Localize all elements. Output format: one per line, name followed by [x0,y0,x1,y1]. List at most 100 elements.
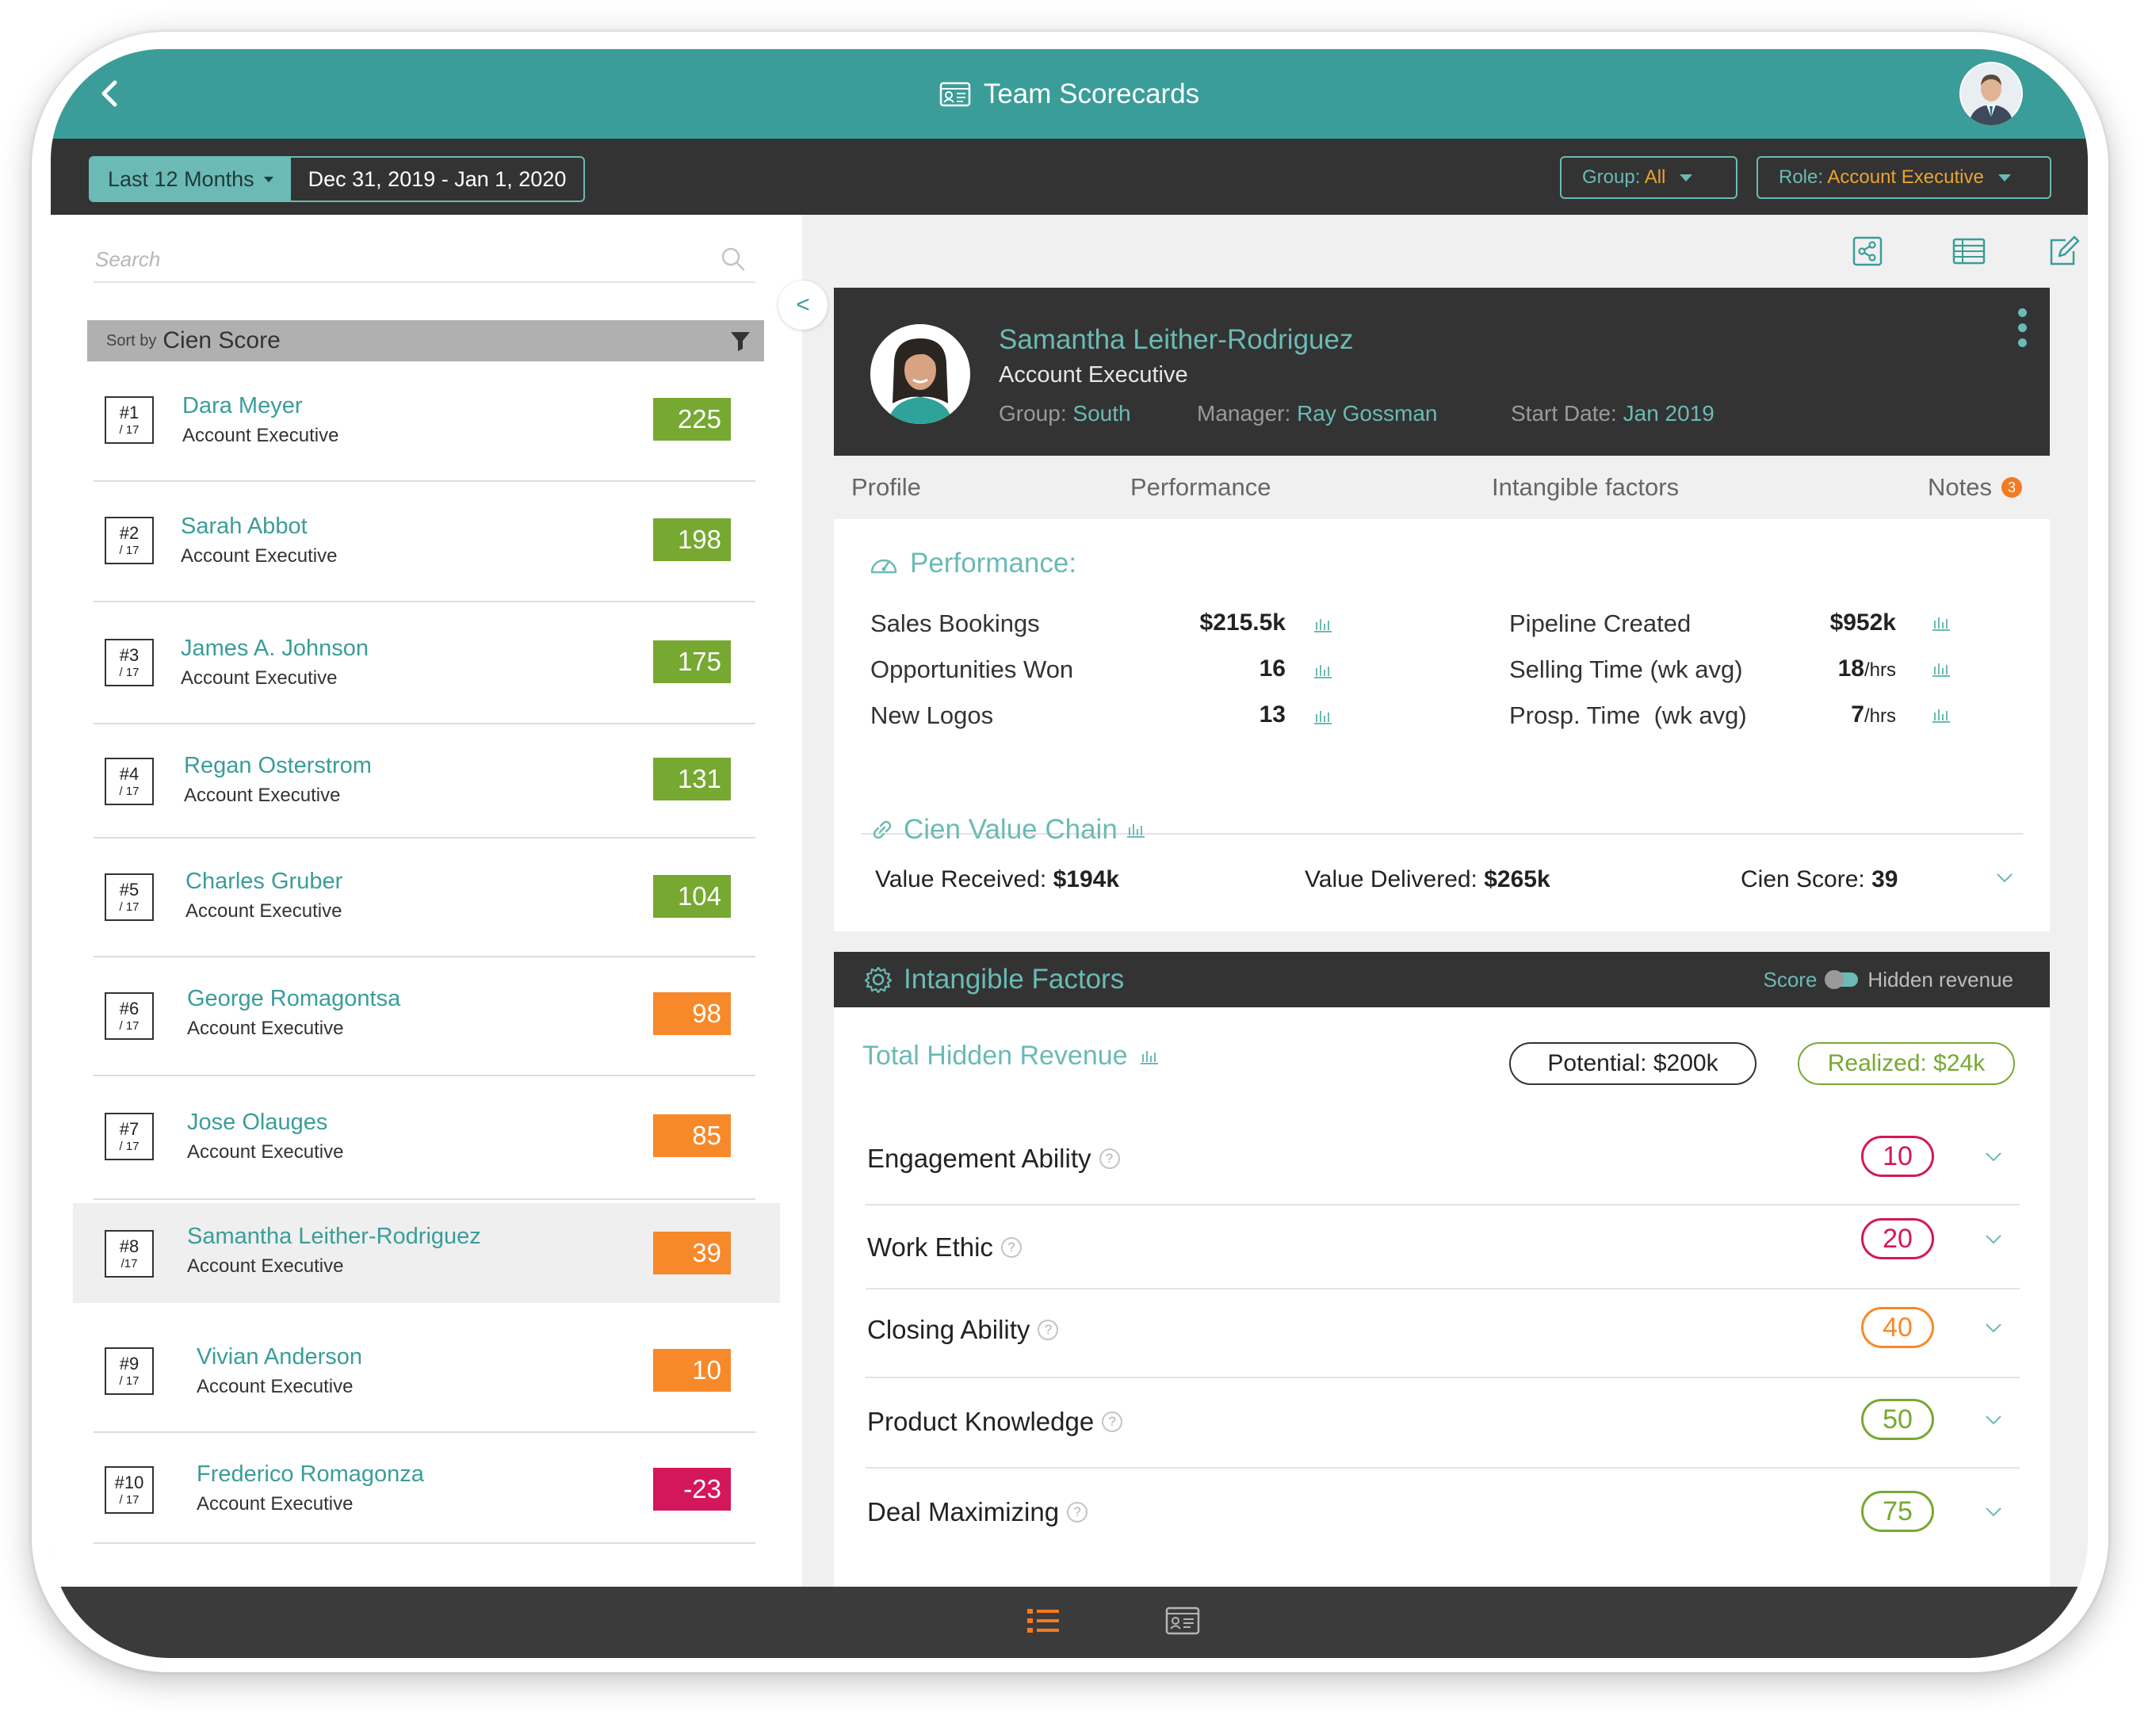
value-unit: /hrs [1864,705,1896,727]
gear-icon [864,966,893,994]
group-label: Group: [1582,166,1641,188]
rep-row[interactable]: #3/ 17 James A. Johnson Account Executiv… [51,602,802,724]
group-label: Group: [999,401,1067,426]
table-icon[interactable] [1951,234,1986,269]
rep-name[interactable]: Charles Gruber [185,869,342,895]
rep-name[interactable]: Dara Meyer [182,393,303,419]
profile-group: Group: South [999,401,1131,426]
bar-chart-icon[interactable] [1931,660,1951,678]
rep-row[interactable]: #5/ 17 Charles Gruber Account Executive … [51,839,802,957]
tab-performance[interactable]: Performance [1130,456,1271,519]
tab-bar: Profile Performance Intangible factors N… [834,456,2050,519]
chevron-down-icon[interactable] [1985,1323,2002,1334]
date-range[interactable]: Dec 31, 2019 - Jan 1, 2020 [291,158,584,201]
search-input[interactable] [94,239,699,280]
rank-total: / 17 [119,1140,140,1153]
intangible-factors-title: Intangible Factors [864,952,1124,1007]
help-icon[interactable]: ? [1102,1412,1123,1432]
rep-row[interactable]: #6/ 17 George Romagontsa Account Executi… [51,957,802,1076]
rep-name[interactable]: Jose Olauges [187,1110,327,1136]
tab-notes[interactable]: Notes 3 [1928,456,2022,519]
group-value: South [1072,401,1131,426]
id-card-icon [939,82,971,106]
collapse-panel-button[interactable]: < [778,281,828,330]
filter-icon[interactable] [729,330,751,352]
chevron-down-icon[interactable] [1985,1415,2002,1426]
caret-down-icon [263,176,273,182]
bar-chart-icon[interactable] [1313,616,1333,633]
notes-label: Notes [1928,473,1992,501]
section-title: Performance: [910,548,1077,579]
share-icon[interactable] [1850,234,1885,269]
bar-chart-icon[interactable] [1313,662,1333,679]
rep-row-selected[interactable]: #8/17 Samantha Leither-Rodriguez Account… [73,1203,780,1303]
score-badge: 39 [653,1232,731,1274]
rep-role: Account Executive [187,1141,344,1163]
rep-name[interactable]: Vivian Anderson [197,1344,362,1370]
intangible-factors-header: Intangible Factors Score Hidden revenue [834,952,2050,1007]
value-received-amount: $194k [1053,866,1120,892]
help-icon[interactable]: ? [1099,1148,1120,1169]
bar-chart-icon[interactable] [1139,1048,1160,1065]
divider [866,1288,2020,1289]
bar-chart-icon[interactable] [1931,706,1951,724]
rep-row[interactable]: #10/ 17 Frederico Romagonza Account Exec… [51,1433,802,1544]
help-icon[interactable]: ? [1038,1320,1059,1340]
chevron-down-icon[interactable] [1985,1234,2002,1245]
bar-chart-icon[interactable] [1931,614,1951,632]
rep-name[interactable]: Samantha Leither-Rodriguez [187,1224,481,1250]
row-divider [94,1198,755,1200]
tab-intangible-factors[interactable]: Intangible factors [1492,456,1679,519]
rank-total: / 17 [119,666,140,679]
period-dropdown[interactable]: Last 12 Months [90,158,291,201]
more-options-icon[interactable] [2016,308,2028,353]
rep-row[interactable]: #2/ 17 Sarah Abbot Account Executive 198 [51,482,802,602]
id-card-icon[interactable] [1164,1603,1202,1639]
rep-name[interactable]: Sarah Abbot [181,514,308,540]
rep-name[interactable]: Regan Osterstrom [184,753,372,779]
bar-chart-icon[interactable] [1126,821,1146,839]
rank-number: #5 [119,880,140,900]
rank-total: / 17 [119,1493,140,1507]
rep-row[interactable]: #7/ 17 Jose Olauges Account Executive 85 [51,1076,802,1200]
search-icon[interactable] [721,246,746,272]
value-text: 18 [1837,655,1864,682]
list-icon[interactable] [1024,1603,1062,1639]
group-dropdown[interactable]: Group: All [1560,156,1737,199]
period-label: Last 12 Months [108,166,254,191]
rep-name[interactable]: George Romagontsa [187,986,400,1012]
rank-number: #1 [119,403,140,422]
realized-badge: Realized: $24k [1798,1042,2015,1085]
performance-card: Performance: Sales Bookings $215.5k Oppo… [834,519,2050,931]
profile-manager: Manager: Ray Gossman [1197,401,1437,426]
score-badge: 198 [653,518,731,561]
rep-name[interactable]: Frederico Romagonza [197,1461,424,1488]
metric-value: $952k [1777,609,1896,636]
chevron-down-icon[interactable] [1996,873,2013,884]
help-icon[interactable]: ? [1067,1502,1088,1522]
chevron-down-icon[interactable] [1985,1152,2002,1163]
edit-icon[interactable] [2047,234,2081,269]
chevron-down-icon[interactable] [1985,1507,2002,1518]
factor-engagement-ability: Engagement Ability? [867,1144,1120,1174]
user-avatar[interactable] [1959,62,2023,125]
factor-label: Work Ethic [867,1232,993,1262]
metric-value: 7/hrs [1777,701,1896,728]
page-title: Team Scorecards [983,78,1200,109]
role-dropdown[interactable]: Role: Account Executive [1757,156,2051,199]
toggle-switch[interactable] [1825,970,1859,989]
sort-bar[interactable]: Sort by Cien Score [87,320,764,361]
metric-label: Selling Time (wk avg) [1509,655,1743,683]
cien-score-label: Cien Score: [1741,866,1865,892]
rep-name[interactable]: James A. Johnson [181,636,369,662]
score-badge: 225 [653,398,731,441]
rank-badge: #2/ 17 [105,517,154,564]
rep-row[interactable]: #1/ 17 Dara Meyer Account Executive 225 [51,361,802,482]
help-icon[interactable]: ? [1000,1237,1022,1258]
bar-chart-icon[interactable] [1313,708,1333,725]
rep-row[interactable]: #4/ 17 Regan Osterstrom Account Executiv… [51,724,802,839]
start-value: Jan 2019 [1623,401,1714,426]
tab-profile[interactable]: Profile [851,456,921,519]
section-title: Intangible Factors [904,964,1125,995]
rep-row[interactable]: #9/ 17 Vivian Anderson Account Executive… [51,1303,802,1433]
